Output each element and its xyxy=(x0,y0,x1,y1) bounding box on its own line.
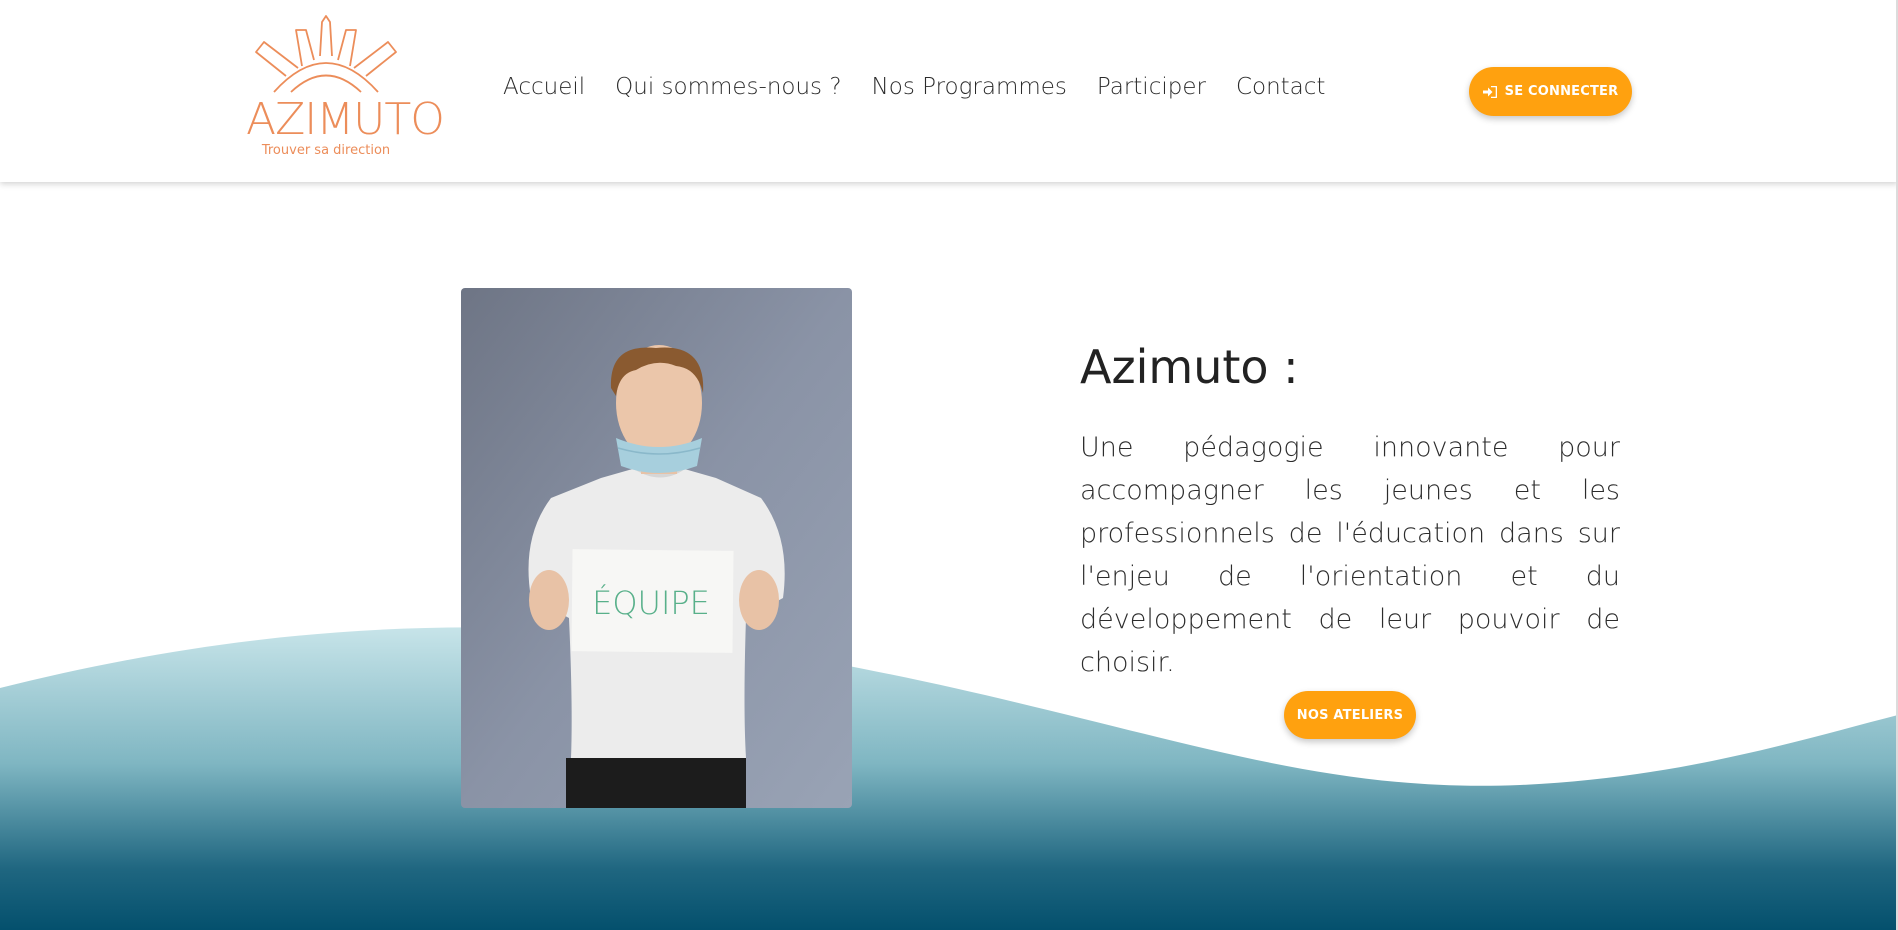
azimuto-logo[interactable]: AZIMUTO Trouver sa direction xyxy=(246,14,445,164)
main-nav: Accueil Qui sommes-nous ? Nos Programmes… xyxy=(503,74,1355,100)
login-button-label: SE CONNECTER xyxy=(1504,84,1619,99)
nav-accueil[interactable]: Accueil xyxy=(503,74,585,100)
hero-title: Azimuto : xyxy=(1080,340,1299,394)
site-header: AZIMUTO Trouver sa direction Accueil Qui… xyxy=(0,0,1898,182)
nav-contact[interactable]: Contact xyxy=(1236,74,1325,100)
hero-description: Une pédagogie innovante pour accompagner… xyxy=(1080,432,1620,678)
nav-nos-programmes[interactable]: Nos Programmes xyxy=(872,74,1067,100)
logo-wordmark: AZIMUTO xyxy=(246,94,445,145)
hero-photo: ÉQUIPE xyxy=(461,288,852,808)
logo-tagline: Trouver sa direction xyxy=(261,143,391,158)
nav-participer[interactable]: Participer xyxy=(1097,74,1206,100)
photo-sign-text: ÉQUIPE xyxy=(592,584,710,622)
nav-qui-sommes-nous[interactable]: Qui sommes-nous ? xyxy=(615,74,841,100)
sign-in-icon xyxy=(1482,85,1497,98)
login-button[interactable]: SE CONNECTER xyxy=(1469,67,1632,116)
nos-ateliers-button[interactable]: NOS ATELIERS xyxy=(1284,691,1416,739)
